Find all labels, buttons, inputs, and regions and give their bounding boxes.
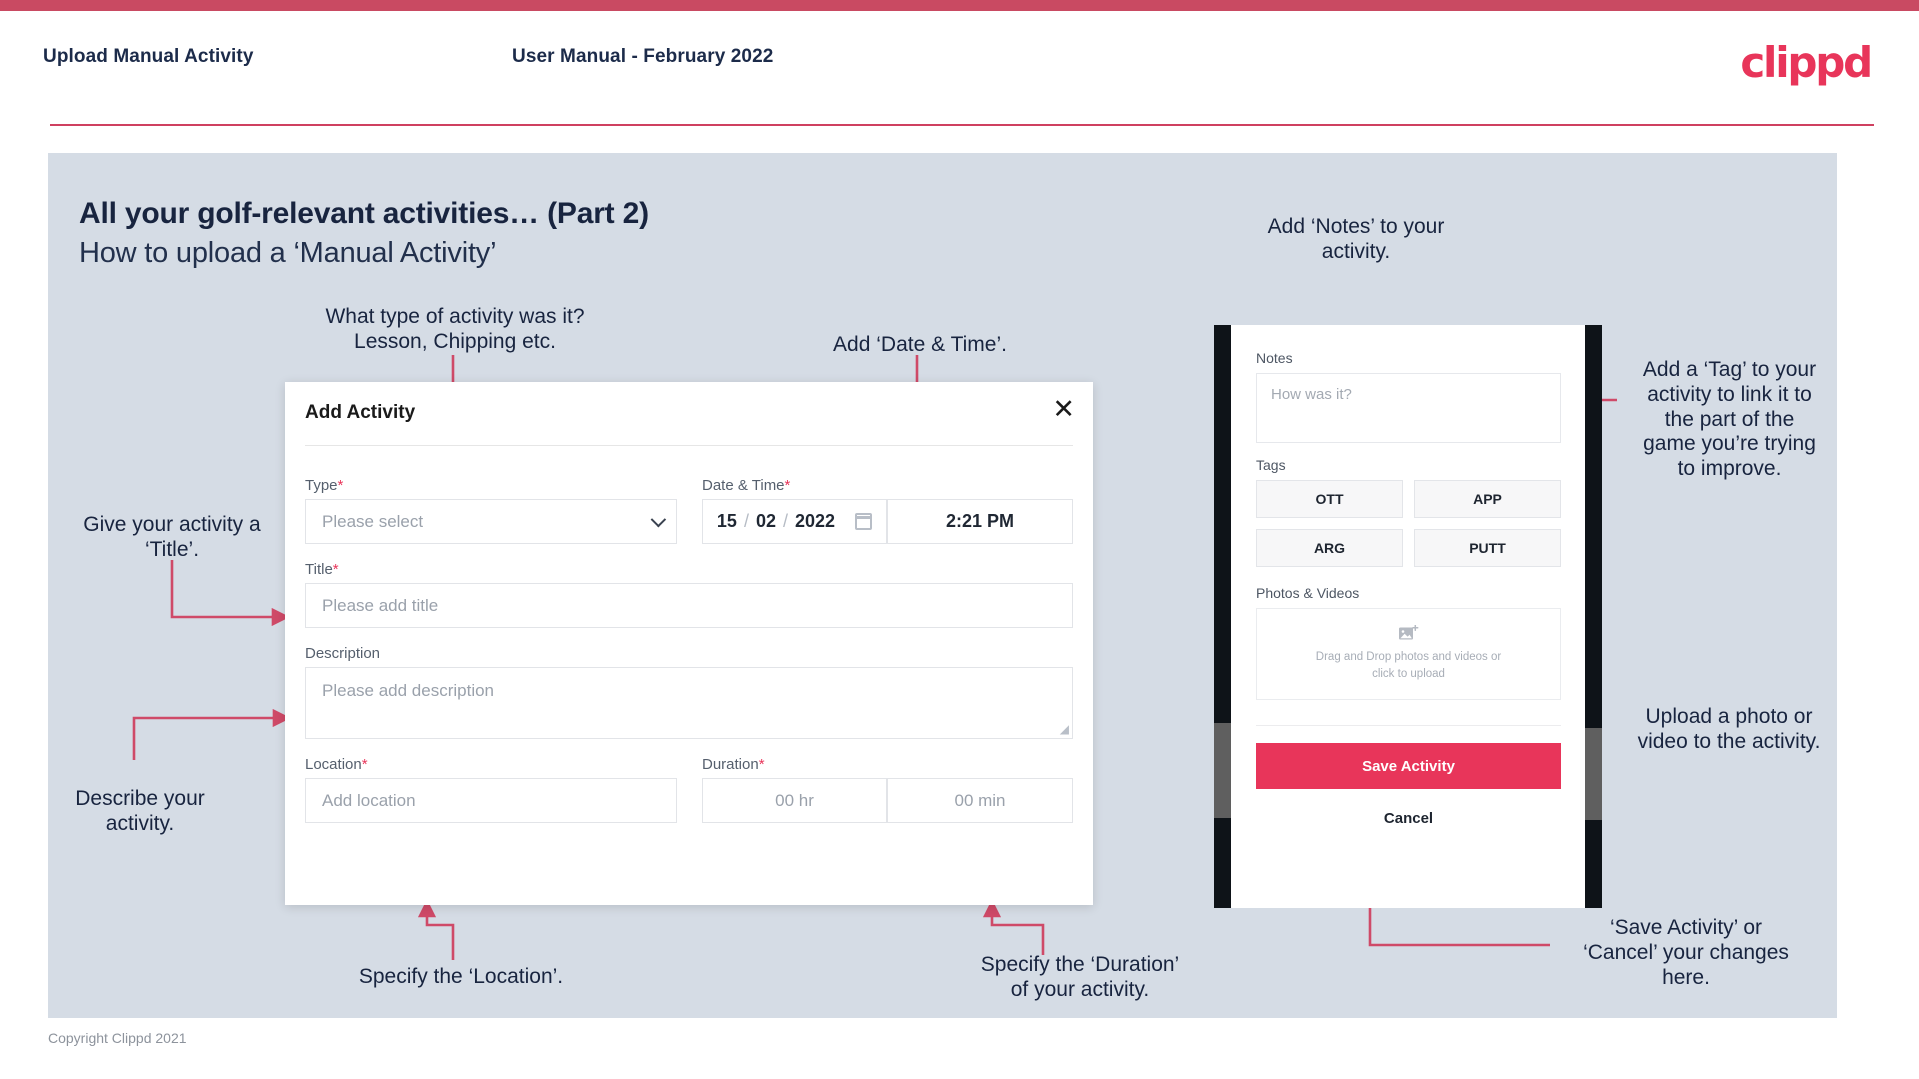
location-required-mark: * [361,756,368,773]
datetime-required-mark: * [784,477,791,494]
annotation-location: Specify the ‘Location’. [358,965,564,988]
add-activity-dialog: Add Activity ✕ Type* Please select Date … [285,382,1093,905]
title-label-text: Title [305,561,333,578]
description-label: Description [305,645,380,662]
dialog-title: Add Activity [305,402,416,423]
notes-textarea[interactable]: How was it? [1256,373,1561,443]
phone-divider [1256,725,1561,726]
type-select-value: Please select [322,511,424,531]
duration-hours-value: 00 hr [775,790,814,810]
tag-app[interactable]: APP [1414,480,1561,518]
title-input[interactable]: Please add title [305,583,1073,628]
location-label-text: Location [305,756,362,773]
calendar-icon[interactable] [855,513,873,530]
dialog-divider [305,445,1073,446]
duration-required-mark: * [758,756,765,773]
time-value: 2:21 PM [945,511,1015,531]
datetime-label-text: Date & Time [702,477,785,494]
description-textarea[interactable]: Please add description ◢ [305,667,1073,739]
title-required-mark: * [332,561,339,578]
datetime-label: Date & Time* [702,477,790,494]
date-day: 15 [716,511,737,531]
phone-screen: Notes How was it? Tags OTT APP ARG PUTT … [1231,325,1585,908]
photos-videos-label: Photos & Videos [1256,585,1360,601]
phone-button-right [1585,728,1602,820]
annotation-datetime: Add ‘Date & Time’. [833,333,1007,356]
phone-button-left [1214,723,1231,818]
chevron-down-icon [650,511,667,527]
time-input[interactable]: 2:21 PM [887,499,1073,544]
location-label: Location* [305,756,368,773]
location-input[interactable]: Add location [305,778,677,823]
date-input[interactable]: 15 / 02 / 2022 [702,499,887,544]
duration-minutes-input[interactable]: 00 min [887,778,1073,823]
phone-bezel-right [1585,325,1602,908]
type-select[interactable]: Please select [305,499,677,544]
duration-label-text: Duration [702,756,759,773]
date-sep-2: / [783,511,789,531]
annotation-title: Give your activity a ‘Title’. [83,513,261,561]
duration-minutes-value: 00 min [954,790,1006,810]
annotation-save-cancel: ‘Save Activity’ or ‘Cancel’ your changes… [1583,916,1789,989]
notes-placeholder: How was it? [1271,386,1352,403]
header-center-title: User Manual - February 2022 [512,46,774,67]
tag-ott[interactable]: OTT [1256,480,1403,518]
description-label-text: Description [305,645,381,662]
duration-label: Duration* [702,756,765,773]
type-label: Type* [305,477,343,494]
save-activity-button[interactable]: Save Activity [1256,743,1561,789]
phone-bezel-left [1214,325,1231,908]
page-subtitle: How to upload a ‘Manual Activity’ [79,237,497,269]
annotation-notes: Add ‘Notes’ to your activity. [1267,215,1445,263]
annotation-duration: Specify the ‘Duration’ of your activity. [980,953,1180,1001]
description-placeholder: Please add description [322,681,495,700]
duration-hours-input[interactable]: 00 hr [702,778,887,823]
title-input-placeholder: Please add title [322,595,439,615]
location-placeholder: Add location [322,790,416,810]
date-month: 02 [755,511,776,531]
notes-label: Notes [1256,350,1293,366]
close-icon[interactable]: ✕ [1052,396,1075,423]
footer-copyright: Copyright Clippd 2021 [48,1030,187,1046]
add-image-icon [1398,624,1419,642]
header-left-title: Upload Manual Activity [43,46,254,67]
header-divider [50,124,1874,126]
clippd-logo: clippd [1740,38,1873,87]
top-accent-bar [0,0,1919,11]
phone-mockup: Notes How was it? Tags OTT APP ARG PUTT … [1214,325,1602,908]
date-sep-1: / [743,511,749,531]
title-label: Title* [305,561,339,578]
page-root: Upload Manual Activity User Manual - Feb… [0,0,1919,1079]
cancel-button[interactable]: Cancel [1256,810,1561,827]
annotation-type: What type of activity was it? Lesson, Ch… [325,305,585,353]
date-year: 2022 [795,511,836,531]
dropzone-text-line1: Drag and Drop photos and videos or [1315,651,1502,664]
annotation-upload: Upload a photo or video to the activity. [1637,705,1821,753]
annotation-tags: Add a ‘Tag’ to your activity to link it … [1642,358,1817,481]
resize-grip-icon[interactable]: ◢ [1060,722,1069,736]
upload-dropzone[interactable]: Drag and Drop photos and videos or click… [1256,608,1561,700]
type-required-mark: * [337,477,344,494]
page-title: All your golf-relevant activities… (Part… [79,197,649,230]
tag-arg[interactable]: ARG [1256,529,1403,567]
type-label-text: Type [305,477,338,494]
tags-label: Tags [1256,457,1286,473]
dropzone-text-line2: click to upload [1372,668,1445,680]
annotation-description: Describe your activity. [75,787,205,835]
tag-putt[interactable]: PUTT [1414,529,1561,567]
